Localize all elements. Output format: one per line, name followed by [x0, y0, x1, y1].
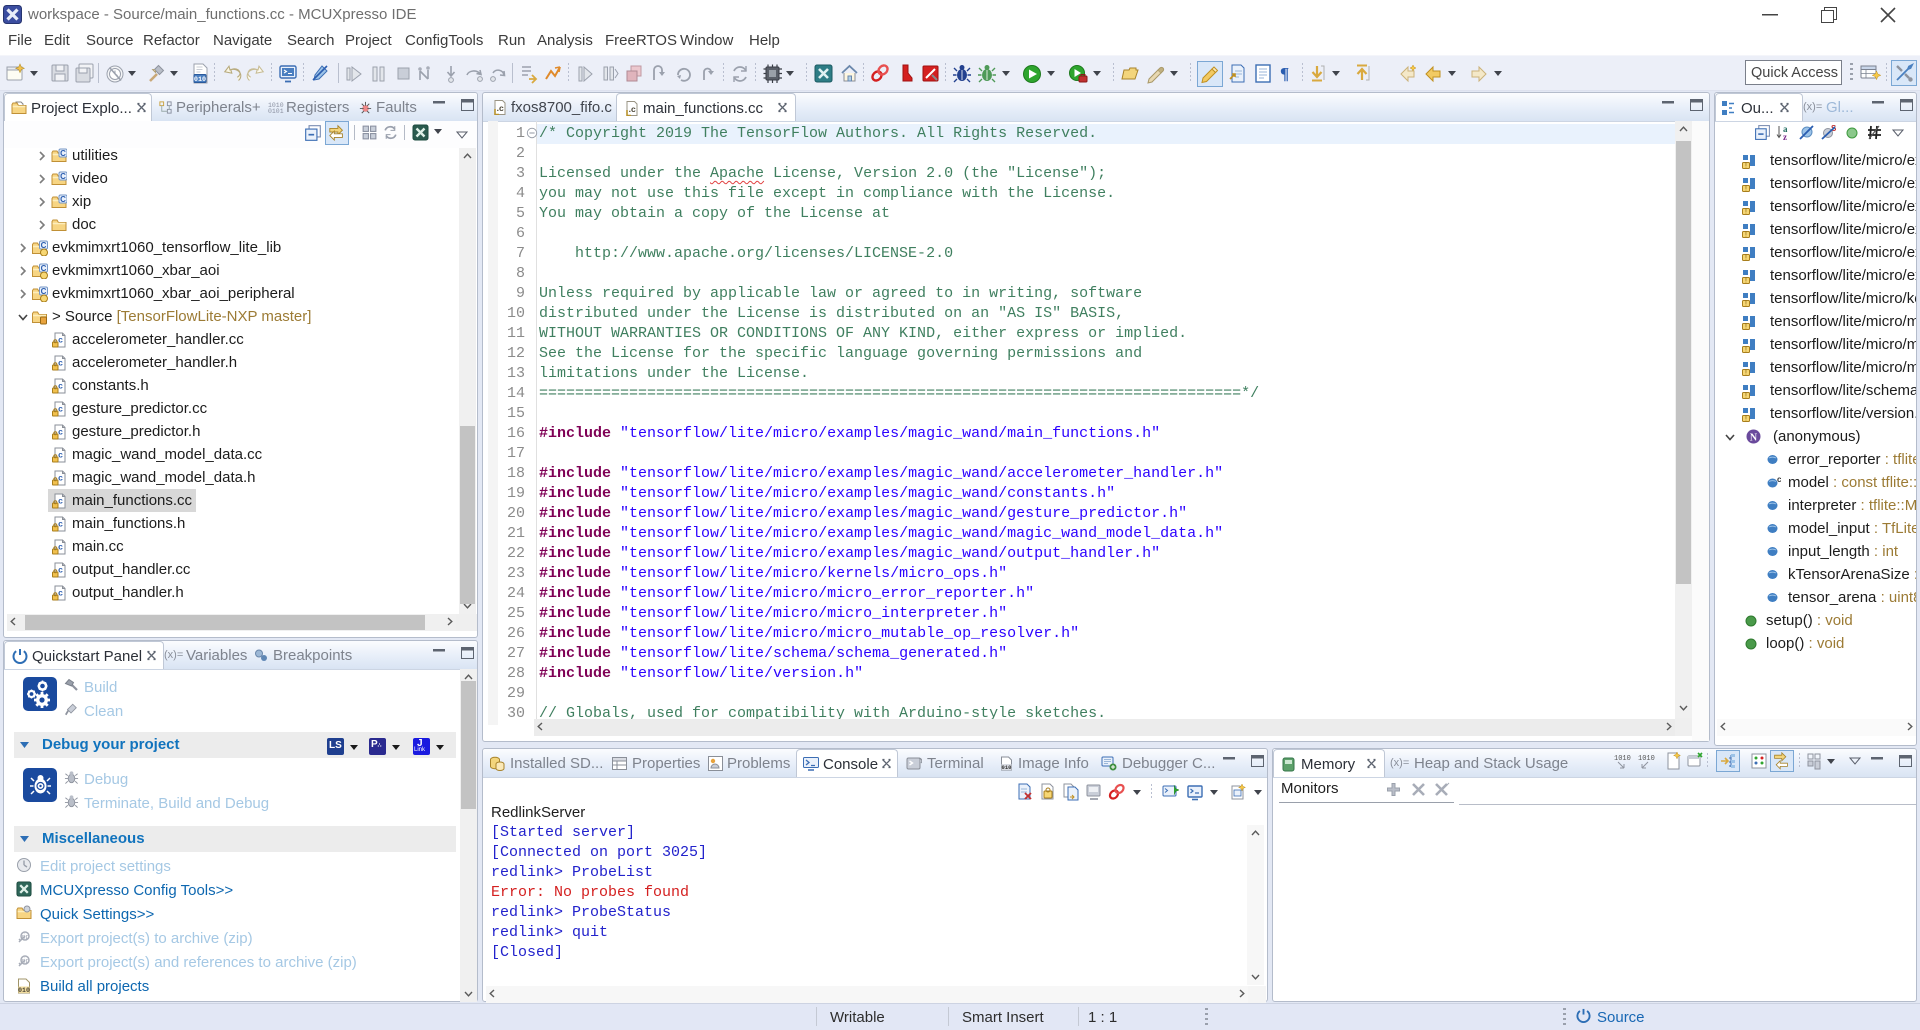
svg-text:010: 010 — [18, 987, 30, 994]
svg-text:0101: 0101 — [268, 108, 284, 113]
svg-text:010: 010 — [194, 76, 206, 84]
svg-text:c: c — [1777, 476, 1781, 484]
svg-text:.c: .c — [497, 103, 504, 113]
svg-text:z: z — [1783, 132, 1787, 141]
svg-text:1010: 1010 — [1614, 755, 1631, 763]
svg-text:N: N — [1750, 433, 1758, 444]
svg-text:.c: .c — [629, 104, 636, 114]
svg-text:zip: zip — [21, 934, 30, 941]
svg-text:zip: zip — [21, 958, 30, 965]
svg-text:1010: 1010 — [1638, 755, 1655, 763]
svg-text:010: 010 — [1002, 764, 1012, 771]
